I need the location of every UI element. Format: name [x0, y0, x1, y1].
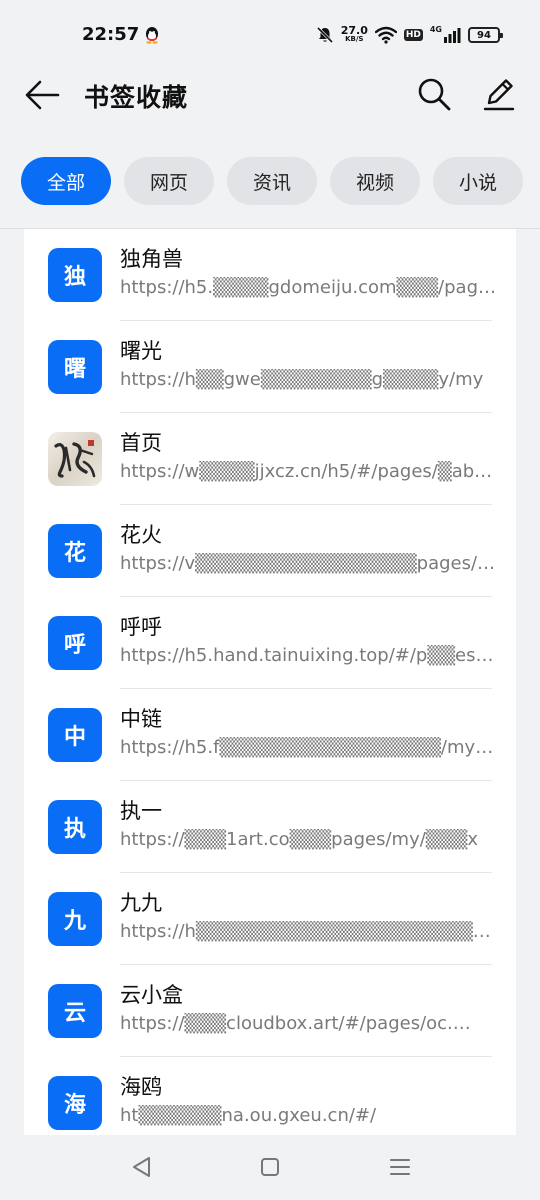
bookmark-letter-icon: 九 [48, 892, 102, 946]
bookmark-title: 执一 [120, 799, 162, 823]
bookmark-title: 呼呼 [120, 615, 162, 639]
bookmark-item[interactable]: 执 执一 https://▒▒▒1art.co▒▒▒pages/my/▒▒▒x [24, 781, 516, 873]
bookmark-title: 独角兽 [120, 247, 183, 271]
bookmark-letter-icon: 中 [48, 708, 102, 762]
bookmark-title: 曙光 [120, 339, 162, 363]
bookmark-url: https://▒▒▒1art.co▒▒▒pages/my/▒▒▒x [120, 829, 478, 850]
nav-home-square-icon[interactable] [260, 1157, 280, 1177]
bookmark-url: https://w▒▒▒▒jjxcz.cn/h5/#/pages/▒ab… [120, 461, 493, 482]
hd-badge: HD [403, 29, 423, 41]
bookmark-url: https://h5.▒▒▒▒gdomeiju.com▒▒▒/page… [120, 277, 496, 298]
status-indicators: 27.0 KB/S HD 4G 94 [316, 24, 503, 46]
bookmark-item[interactable]: 云 云小盒 https://▒▒▒cloudbox.art/#/pages/oc… [24, 965, 516, 1057]
signal-indicator: 4G [430, 26, 461, 44]
mute-bell-icon [316, 26, 333, 44]
header: 书签收藏 [0, 72, 540, 118]
nav-menu-lines-icon[interactable] [389, 1157, 411, 1177]
tab-all[interactable]: 全部 [21, 157, 111, 205]
bookmark-letter-icon: 海 [48, 1076, 102, 1130]
edit-pen-icon[interactable] [482, 76, 516, 112]
bookmark-letter-icon: 曙 [48, 340, 102, 394]
screen: 22:57 27.0 KB/S HD 4G 94 书签收藏 全部 网页 资讯 视… [0, 0, 540, 1200]
status-time: 22:57 [82, 24, 140, 45]
wifi-icon [374, 26, 397, 44]
bookmark-title: 花火 [120, 523, 162, 547]
signal-icon [444, 28, 461, 43]
bookmark-title: 九九 [120, 891, 162, 915]
page-title: 书签收藏 [84, 83, 189, 112]
battery-icon: 94 [468, 27, 503, 43]
bookmark-item[interactable]: 首页 https://w▒▒▒▒jjxcz.cn/h5/#/pages/▒ab… [24, 413, 516, 505]
tab-news[interactable]: 资讯 [227, 157, 317, 205]
bookmark-url: https://h▒▒▒▒▒▒▒▒▒▒▒▒▒▒▒▒▒▒▒▒▒▒ [120, 921, 496, 942]
site-favicon-icon [48, 432, 102, 486]
bookmark-item[interactable]: 呼 呼呼 https://h5.hand.tainuixing.top/#/p▒… [24, 597, 516, 689]
bookmark-title: 海鸥 [120, 1075, 162, 1099]
bookmark-letter-icon: 花 [48, 524, 102, 578]
system-nav-bar [0, 1135, 540, 1200]
tab-video[interactable]: 视频 [330, 157, 420, 205]
bookmark-title: 首页 [120, 431, 162, 455]
bookmark-letter-icon: 独 [48, 248, 102, 302]
bookmark-letter-icon: 云 [48, 984, 102, 1038]
bookmark-title: 云小盒 [120, 983, 183, 1007]
network-type: 4G [429, 25, 442, 34]
category-tabs: 全部 网页 资讯 视频 小说 [21, 157, 523, 205]
bookmark-url: ht▒▒▒▒▒▒na.ou.gxeu.cn/#/ [120, 1105, 377, 1126]
bookmark-url: https://h▒▒gwe▒▒▒▒▒▒▒▒g▒▒▒▒y/my [120, 369, 484, 390]
bookmark-item[interactable]: 中 中链 https://h5.f▒▒▒▒▒▒▒▒▒▒▒▒▒▒▒▒/my/my [24, 689, 516, 781]
bookmark-url: https://v▒▒▒▒▒▒▒▒▒▒▒▒▒▒▒▒pages/… [120, 553, 496, 574]
tab-webpage[interactable]: 网页 [124, 157, 214, 205]
search-icon[interactable] [416, 76, 452, 112]
net-speed-value: 27.0 [340, 24, 368, 37]
bookmark-list: 独 独角兽 https://h5.▒▒▒▒gdomeiju.com▒▒▒/pag… [24, 229, 516, 1135]
nav-back-triangle-icon[interactable] [130, 1155, 152, 1179]
bookmark-item[interactable]: 曙 曙光 https://h▒▒gwe▒▒▒▒▒▒▒▒g▒▒▒▒y/my [24, 321, 516, 413]
bookmark-title: 中链 [120, 707, 162, 731]
bookmark-url: https://h5.hand.tainuixing.top/#/p▒▒es… [120, 645, 494, 666]
qq-penguin-icon [146, 27, 158, 44]
bookmark-item[interactable]: 海 海鸥 ht▒▒▒▒▒▒na.ou.gxeu.cn/#/ [24, 1057, 516, 1135]
bookmark-letter-icon: 执 [48, 800, 102, 854]
bookmark-item[interactable]: 花 花火 https://v▒▒▒▒▒▒▒▒▒▒▒▒▒▒▒▒pages/… [24, 505, 516, 597]
bookmark-item[interactable]: 九 九九 https://h▒▒▒▒▒▒▒▒▒▒▒▒▒▒▒▒▒▒▒▒▒▒ [24, 873, 516, 965]
status-bar: 22:57 27.0 KB/S HD 4G 94 [0, 0, 540, 72]
bookmark-letter-icon: 呼 [48, 616, 102, 670]
bookmark-url: https://▒▒▒cloudbox.art/#/pages/oc.… [120, 1013, 471, 1034]
net-speed: 27.0 KB/S [340, 24, 368, 44]
bookmark-url: https://h5.f▒▒▒▒▒▒▒▒▒▒▒▒▒▒▒▒/my/my [120, 737, 496, 758]
net-speed-unit: KB/S [345, 35, 364, 43]
bookmark-item[interactable]: 独 独角兽 https://h5.▒▒▒▒gdomeiju.com▒▒▒/pag… [24, 229, 516, 321]
tab-novel[interactable]: 小说 [433, 157, 523, 205]
battery-level: 94 [477, 29, 491, 41]
back-arrow-icon[interactable] [24, 78, 60, 112]
